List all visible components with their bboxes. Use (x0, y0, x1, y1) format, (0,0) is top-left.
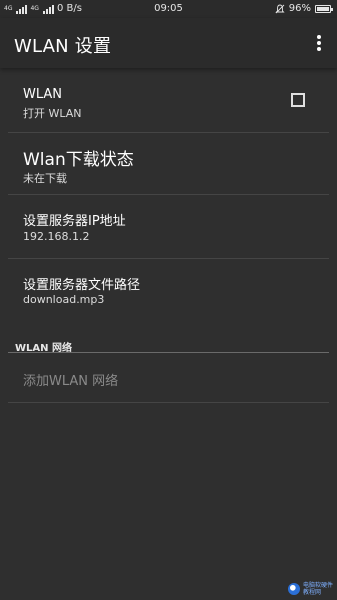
server-ip-title: 设置服务器IP地址 (23, 214, 126, 229)
page-title: WLAN 设置 (14, 36, 112, 57)
battery-percent: 96% (288, 3, 311, 14)
overflow-dot-icon (317, 47, 321, 51)
status-bar: 4G 4G 0 B/s 09:05 96% (0, 0, 337, 18)
wlan-title: WLAN (23, 87, 63, 102)
wlan-summary: 打开 WLAN (23, 107, 82, 120)
watermark-logo-icon (287, 583, 300, 595)
divider (8, 402, 329, 403)
status-right: 96% (275, 3, 333, 14)
battery-level (317, 6, 329, 11)
download-status-title: Wlan下载状态 (23, 150, 134, 170)
overflow-dot-icon (317, 41, 321, 45)
bell-off-icon (275, 4, 285, 13)
server-ip-preference[interactable]: 设置服务器IP地址 192.168.1.2 (0, 195, 337, 258)
watermark-line-2: 教程网 (302, 589, 321, 596)
download-status-summary: 未在下载 (23, 172, 67, 185)
server-path-title: 设置服务器文件路径 (23, 278, 141, 293)
watermark-line-1: 电脑软硬件 (302, 582, 333, 589)
overflow-dot-icon (317, 35, 321, 39)
battery-icon (315, 4, 333, 13)
server-path-summary: download.mp3 (23, 293, 105, 306)
add-wlan-network-label: 添加WLAN 网络 (23, 374, 119, 389)
watermark-text: 电脑软硬件 教程网 (303, 582, 333, 596)
download-status-preference[interactable]: Wlan下载状态 未在下载 (0, 133, 337, 195)
overflow-menu-button[interactable] (313, 33, 325, 53)
wlan-toggle-preference[interactable]: WLAN 打开 WLAN (0, 70, 337, 132)
server-path-preference[interactable]: 设置服务器文件路径 download.mp3 (0, 259, 337, 321)
app-bar: WLAN 设置 (0, 18, 337, 68)
server-ip-summary: 192.168.1.2 (23, 230, 90, 243)
watermark: 电脑软硬件 教程网 (287, 582, 333, 596)
wlan-checkbox[interactable] (291, 93, 305, 107)
